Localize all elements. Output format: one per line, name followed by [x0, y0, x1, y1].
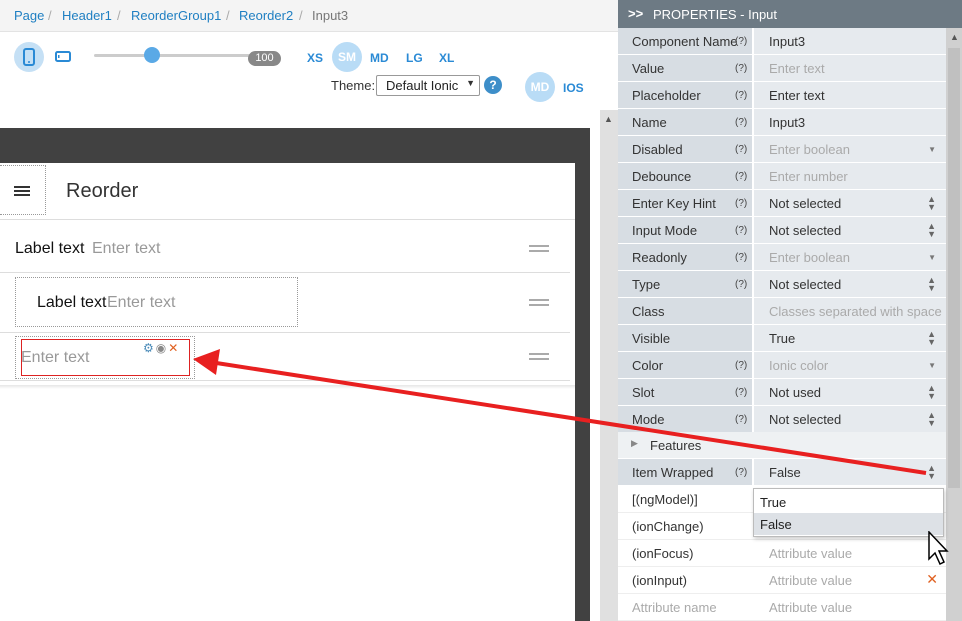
- mouse-cursor-icon: [928, 531, 949, 566]
- app-root: Page / Header1 / ReorderGroup1 / Reorder…: [0, 0, 962, 621]
- annotation-arrow: [193, 349, 927, 475]
